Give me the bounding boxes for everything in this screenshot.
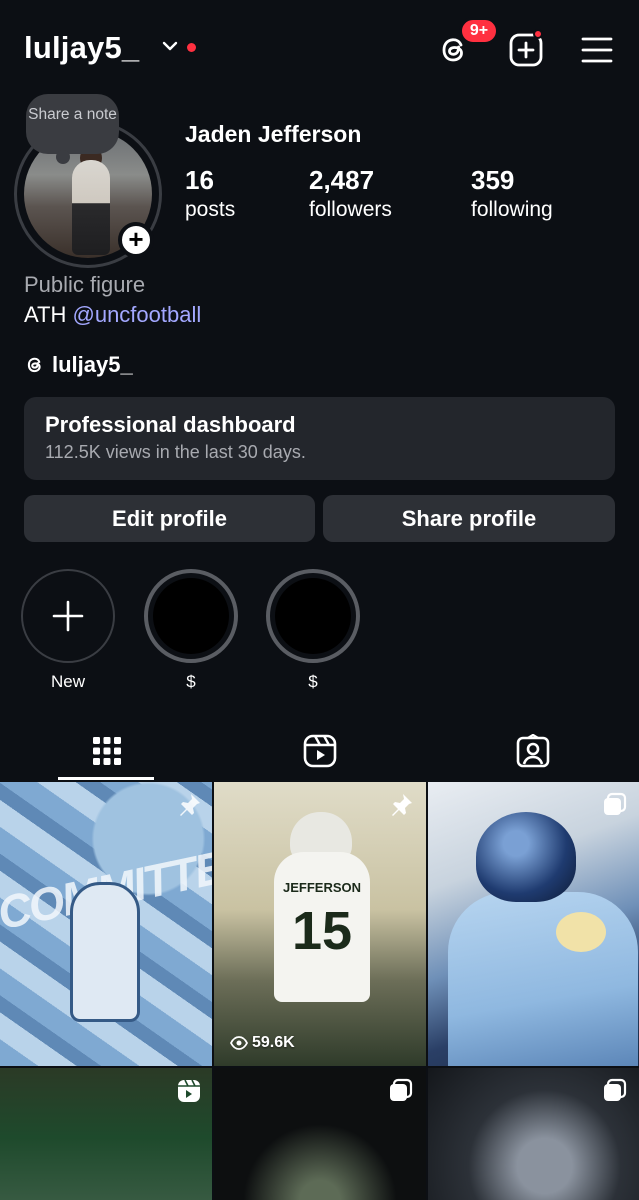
pin-icon <box>392 794 412 816</box>
reels-icon <box>303 734 336 768</box>
edit-profile-button[interactable]: Edit profile <box>24 495 315 542</box>
profile-full-name: Jaden Jefferson <box>185 121 362 147</box>
carousel-icon <box>604 1078 627 1101</box>
profile-tabs <box>0 720 639 782</box>
grid-post-6[interactable] <box>428 1068 639 1200</box>
highlight-item[interactable]: $ <box>266 569 360 692</box>
carousel-icon <box>390 1078 413 1101</box>
pin-icon <box>180 794 200 816</box>
eye-icon <box>230 1036 248 1050</box>
stat-label: posts <box>185 198 236 221</box>
username-switcher[interactable]: luljay5_ <box>24 30 139 66</box>
bio-mention-link[interactable]: @uncfootball <box>73 302 202 327</box>
highlight-circle <box>21 569 115 663</box>
menu-icon[interactable] <box>580 34 614 66</box>
active-tab-indicator <box>58 777 154 780</box>
stat-value: 16 <box>185 165 214 195</box>
dashboard-subtitle: 112.5K views in the last 30 days. <box>45 442 306 462</box>
tab-reels[interactable] <box>213 720 426 782</box>
highlight-label: New <box>50 672 85 691</box>
plus-icon <box>52 600 84 632</box>
stat-posts[interactable]: 16 posts <box>185 165 235 222</box>
threads-badge: 9+ <box>459 17 499 45</box>
highlight-cover <box>275 578 351 654</box>
highlight-item[interactable]: $ <box>144 569 238 692</box>
add-story-plus-icon[interactable]: + <box>118 222 154 258</box>
stat-following[interactable]: 359 following <box>471 165 553 222</box>
top-bar: luljay5_ 9+ <box>0 0 639 100</box>
stat-label: followers <box>309 198 392 221</box>
threads-profile-link[interactable]: luljay5_ <box>24 350 133 380</box>
grid-post-3[interactable] <box>428 782 639 1066</box>
grid-post-5[interactable] <box>214 1068 426 1200</box>
grid-post-2[interactable]: JEFFERSON 15 <box>214 782 426 1066</box>
highlight-circle <box>266 569 360 663</box>
share-note-bubble[interactable]: Share a note <box>26 94 119 164</box>
stat-followers[interactable]: 2,487 followers <box>309 165 392 222</box>
bio-text: ATH <box>24 302 67 327</box>
stat-value: 2,487 <box>309 165 375 195</box>
reel-icon <box>178 1079 200 1102</box>
jersey-number-text: 15 <box>291 901 353 961</box>
share-profile-button[interactable]: Share profile <box>323 495 615 542</box>
post-helmet <box>476 812 576 902</box>
carousel-icon <box>604 792 627 815</box>
tab-grid[interactable] <box>0 720 213 782</box>
post-player-figure <box>70 882 140 1022</box>
post-jersey <box>448 892 638 1066</box>
notification-dot <box>187 43 196 52</box>
reel-view-count: 59.6K <box>230 1034 295 1052</box>
highlight-cover <box>153 578 229 654</box>
jersey-name-text: JEFFERSON <box>282 880 361 895</box>
stat-label: following <box>471 198 553 221</box>
grid-post-1[interactable]: COMMITTED <box>0 782 212 1066</box>
highlight-new[interactable]: New <box>21 569 115 692</box>
threads-handle: luljay5_ <box>52 352 133 377</box>
avatar-photo-figure <box>72 160 110 255</box>
create-notification-dot <box>533 29 543 39</box>
highlight-label: $ <box>308 672 318 691</box>
chevron-down-icon[interactable] <box>162 40 178 52</box>
highlight-circle <box>144 569 238 663</box>
profile-category: Public figure <box>24 272 146 297</box>
grid-post-4[interactable] <box>0 1068 212 1200</box>
dashboard-title: Professional dashboard <box>45 412 296 437</box>
view-count-text: 59.6K <box>252 1034 295 1051</box>
profile-bio: ATH @uncfootball <box>24 302 201 328</box>
stat-value: 359 <box>471 165 515 195</box>
tagged-icon <box>516 734 549 768</box>
threads-small-icon <box>27 357 41 373</box>
professional-dashboard-card[interactable]: Professional dashboard 112.5K views in t… <box>24 397 615 480</box>
grid-icon <box>92 737 121 765</box>
post-ram-logo <box>556 912 606 952</box>
highlight-label: $ <box>186 672 196 691</box>
tab-tagged[interactable] <box>426 720 639 782</box>
